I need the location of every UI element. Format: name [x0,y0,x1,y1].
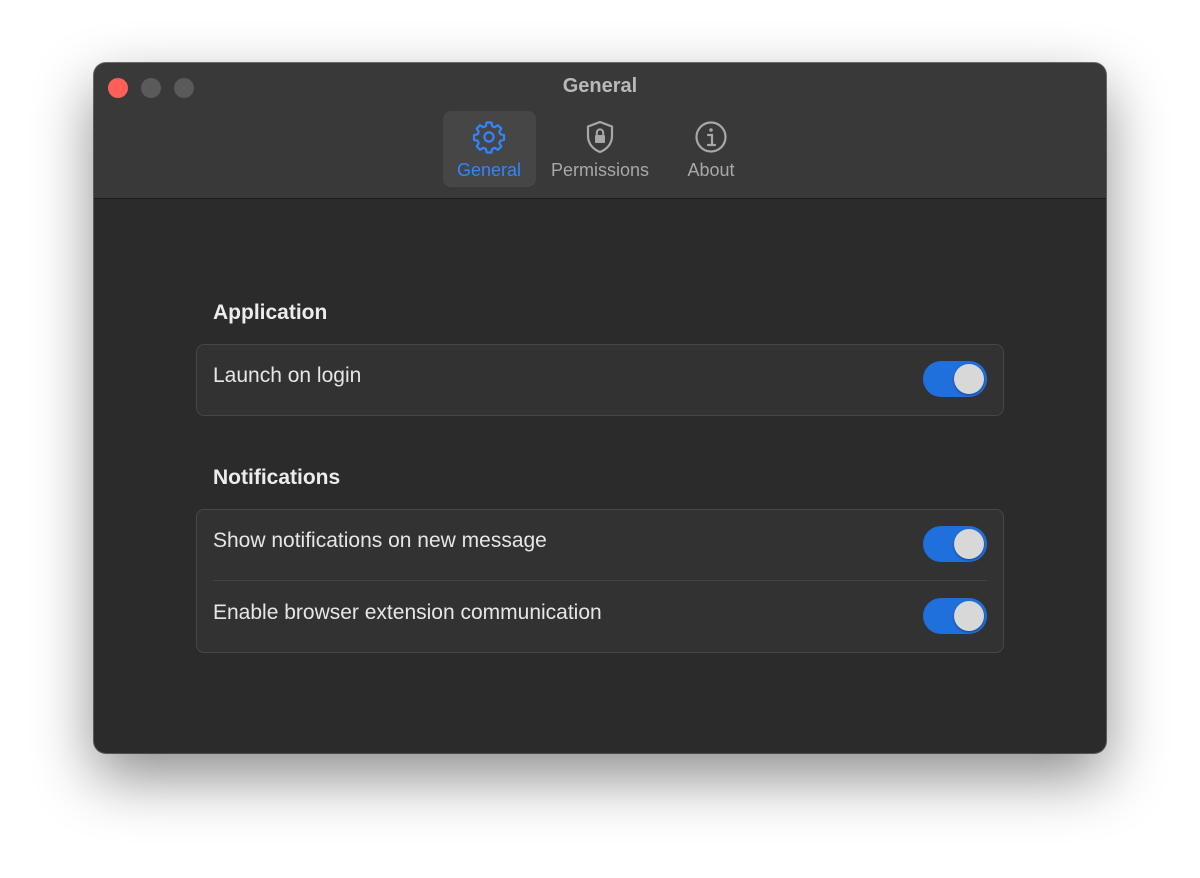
toggle-knob [954,364,984,394]
tab-permissions[interactable]: Permissions [550,111,650,187]
browser-extension-toggle[interactable] [923,598,987,634]
tab-about-label: About [687,160,735,180]
launch-on-login-row: Launch on login [197,345,1003,415]
gear-icon [472,121,506,154]
section-title-notifications: Notifications [213,466,341,489]
toggle-knob [954,529,984,559]
browser-extension-label: Enable browser extension communication [213,601,602,624]
toggle-knob [954,601,984,631]
show-notifications-label: Show notifications on new message [213,529,547,552]
tab-general-label: General [456,160,522,180]
tab-permissions-label: Permissions [550,160,650,180]
info-icon [695,121,727,153]
general-pane: Application Launch on login Notification… [94,200,1106,753]
launch-on-login-label: Launch on login [213,364,362,387]
settings-window: General General Permissions About Applic… [94,63,1106,753]
shield-lock-icon [586,120,614,154]
window-title: General [562,75,638,97]
show-notifications-row: Show notifications on new message [197,510,1003,580]
tab-general[interactable]: General [442,111,536,187]
launch-on-login-toggle[interactable] [923,361,987,397]
show-notifications-toggle[interactable] [923,526,987,562]
tab-about[interactable]: About [665,111,758,187]
browser-extension-row: Enable browser extension communication [197,580,1003,652]
titlebar: General General Permissions About [94,63,1106,199]
preferences-toolbar: General Permissions About [94,111,1106,187]
notifications-settings-group: Show notifications on new message Enable… [196,509,1004,653]
section-title-application: Application [213,301,328,324]
application-settings-group: Launch on login [196,344,1004,416]
